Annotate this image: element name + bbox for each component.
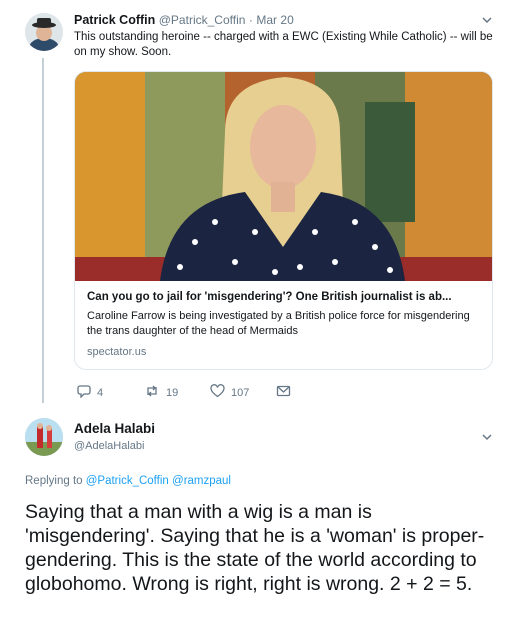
dm-icon	[276, 384, 291, 401]
like-count: 107	[231, 386, 250, 399]
tweet-text: Saying that a man with a wig is a man is…	[25, 501, 485, 595]
retweet-action[interactable]: 19	[144, 384, 178, 401]
avatar[interactable]	[25, 13, 63, 51]
replying-to: Replying to @Patrick_Coffin @ramzpaul	[25, 475, 231, 487]
reply-action[interactable]: 4	[77, 384, 103, 401]
mention-link[interactable]: @Patrick_Coffin	[86, 475, 169, 487]
mention-link[interactable]: @ramzpaul	[172, 475, 231, 487]
reply-count: 4	[97, 386, 104, 399]
handle[interactable]: @Patrick_Coffin	[159, 13, 246, 27]
tweet-text: This outstanding heroine -- charged with…	[74, 31, 493, 58]
like-icon	[210, 384, 225, 401]
link-card[interactable]: Can you go to jail for 'misgendering'? O…	[74, 71, 493, 370]
card-image	[75, 72, 492, 281]
card-title: Can you go to jail for 'misgendering'? O…	[87, 291, 452, 303]
timestamp[interactable]: Mar 20	[256, 13, 293, 27]
thread-line	[42, 58, 44, 403]
display-name[interactable]: Patrick Coffin	[74, 13, 155, 27]
retweet-icon	[144, 384, 160, 401]
separator: ·	[248, 13, 253, 27]
retweet-count: 19	[166, 386, 179, 399]
display-name[interactable]: Adela Halabi	[74, 421, 155, 436]
chevron-down-icon[interactable]	[481, 431, 493, 446]
tweet-header: Patrick Coffin @Patrick_Coffin · Mar 20	[74, 13, 294, 27]
card-description: Caroline Farrow is being investigated by…	[87, 310, 470, 337]
chevron-down-icon[interactable]	[481, 14, 493, 29]
reply-prefix: Replying to	[25, 475, 83, 487]
handle[interactable]: @AdelaHalabi	[74, 440, 145, 452]
card-domain: spectator.us	[87, 346, 147, 358]
dm-action[interactable]	[276, 384, 291, 401]
reply-icon	[77, 384, 91, 401]
like-action[interactable]: 107	[210, 384, 249, 401]
avatar[interactable]	[25, 418, 63, 456]
